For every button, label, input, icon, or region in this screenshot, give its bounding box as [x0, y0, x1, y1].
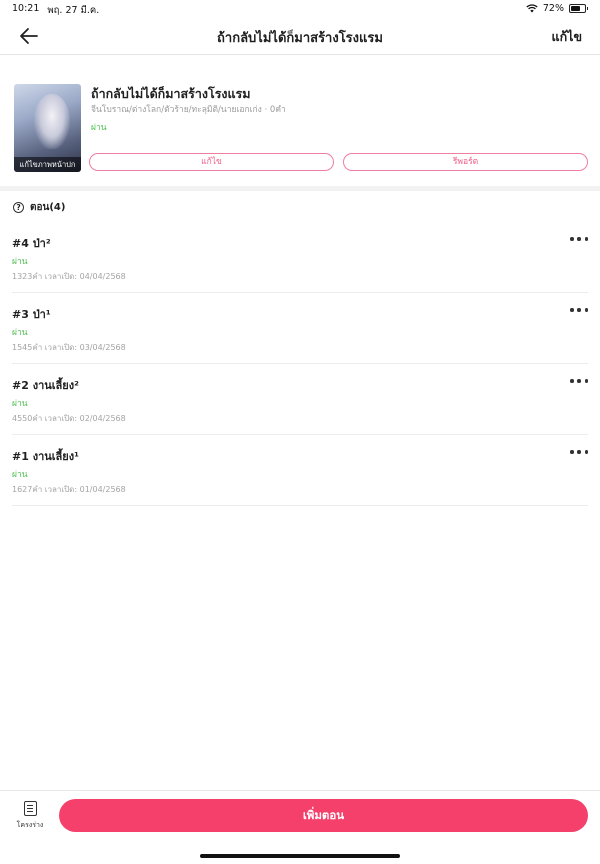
episode-row[interactable]: #2 งานเลี้ยง² ผ่าน 4550คำ เวลาเปิด: 02/0… [12, 364, 588, 435]
cover-artwork [34, 94, 70, 149]
wifi-icon [526, 4, 538, 13]
episode-row[interactable]: #4 ป่า² ผ่าน 1323คำ เวลาเปิด: 04/04/2568 [12, 222, 588, 293]
novel-info-card: แก้ไขภาพหน้าปก ถ้ากลับไม่ได้ก็มาสร้างโรง… [0, 55, 600, 186]
episode-status-badge: ผ่าน [12, 257, 28, 267]
more-options-icon[interactable] [570, 376, 588, 386]
episode-status-badge: ผ่าน [12, 399, 28, 409]
nav-bar: ถ้ากลับไม่ได้ก็มาสร้างโรงแรม แก้ไข [0, 18, 600, 55]
edit-novel-button[interactable]: แก้ไข [89, 153, 334, 171]
status-date: พฤ. 27 มี.ค. [47, 5, 100, 16]
bottom-bar: โครงร่าง เพิ่มตอน [0, 790, 600, 864]
novel-status-badge: ผ่าน [91, 123, 107, 133]
edit-cover-button[interactable]: แก้ไขภาพหน้าปก [14, 157, 81, 172]
episode-title: #4 ป่า² [12, 237, 51, 250]
episode-meta: 4550คำ เวลาเปิด: 02/04/2568 [12, 414, 126, 423]
more-options-icon[interactable] [570, 305, 588, 315]
status-bar: 10:21 พฤ. 27 มี.ค. 72% [0, 0, 600, 18]
more-options-icon[interactable] [570, 234, 588, 244]
report-button[interactable]: รีพอร์ต [343, 153, 588, 171]
novel-meta: จีนโบราณ/ต่างโลก/ตัวร้าย/ทะลุมิติ/นายเอก… [91, 105, 286, 115]
battery-percent: 72% [542, 3, 564, 14]
page-title: ถ้ากลับไม่ได้ก็มาสร้างโรงแรม [217, 31, 383, 46]
home-indicator [200, 854, 400, 858]
episode-title: #1 งานเลี้ยง¹ [12, 450, 79, 463]
document-icon [23, 801, 37, 816]
episode-meta: 1545คำ เวลาเปิด: 03/04/2568 [12, 343, 126, 352]
outline-label: โครงร่าง [16, 821, 44, 829]
question-circle-icon[interactable]: ? [13, 202, 24, 213]
episode-row[interactable]: #3 ป่า¹ ผ่าน 1545คำ เวลาเปิด: 03/04/2568 [12, 293, 588, 364]
more-options-icon[interactable] [570, 447, 588, 457]
episode-status-badge: ผ่าน [12, 470, 28, 480]
nav-edit-button[interactable]: แก้ไข [552, 27, 582, 47]
episode-title: #2 งานเลี้ยง² [12, 379, 79, 392]
episode-meta: 1627คำ เวลาเปิด: 01/04/2568 [12, 485, 126, 494]
episode-title: #3 ป่า¹ [12, 308, 51, 321]
episodes-header: ? ตอน(4) [13, 200, 65, 215]
add-episode-button[interactable]: เพิ่มตอน [59, 799, 588, 832]
novel-cover-image[interactable]: แก้ไขภาพหน้าปก [14, 84, 81, 172]
battery-icon [569, 4, 588, 13]
episode-meta: 1323คำ เวลาเปิด: 04/04/2568 [12, 272, 126, 281]
episodes-count-label: ตอน(4) [30, 202, 66, 213]
arrow-left-icon[interactable] [18, 26, 40, 46]
status-time: 10:21 [12, 3, 40, 14]
episode-row[interactable]: #1 งานเลี้ยง¹ ผ่าน 1627คำ เวลาเปิด: 01/0… [12, 435, 588, 506]
battery-fill [571, 6, 581, 11]
section-divider [0, 186, 600, 191]
novel-title: ถ้ากลับไม่ได้ก็มาสร้างโรงแรม [91, 86, 251, 101]
episode-list: #4 ป่า² ผ่าน 1323คำ เวลาเปิด: 04/04/2568… [12, 222, 588, 506]
outline-button[interactable]: โครงร่าง [12, 801, 48, 831]
episode-status-badge: ผ่าน [12, 328, 28, 338]
